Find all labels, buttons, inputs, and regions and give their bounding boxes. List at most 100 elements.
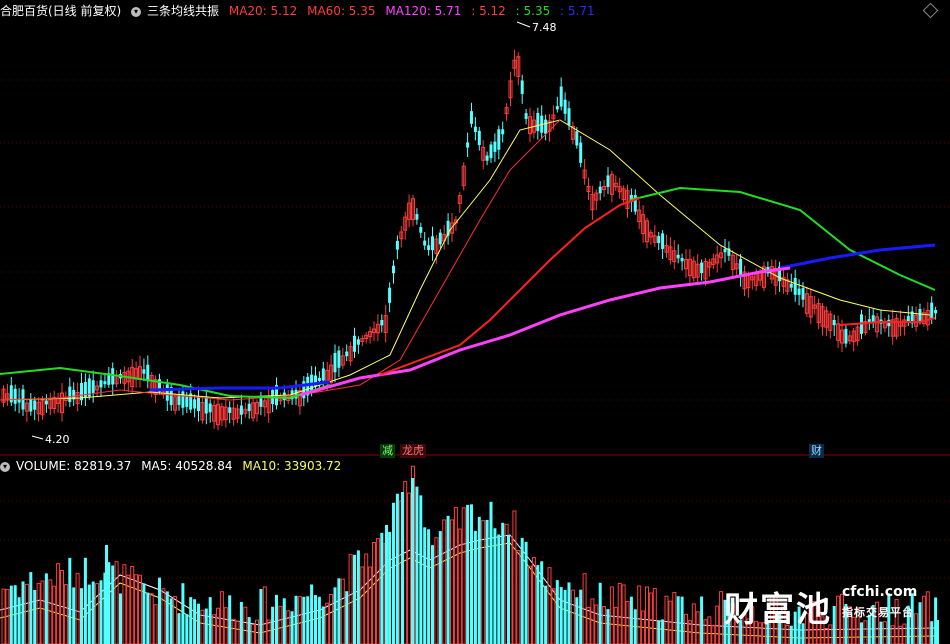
candle-down xyxy=(739,259,743,277)
volume-bar-down xyxy=(438,531,442,644)
volume-bar-down xyxy=(111,565,115,644)
volume-bar-up xyxy=(531,557,536,644)
volume-bar-down xyxy=(294,595,298,644)
volume-bar-up xyxy=(368,566,373,644)
volume-bar-down xyxy=(489,501,493,644)
candle-down xyxy=(559,86,563,107)
volume-bar-up xyxy=(114,561,119,644)
ma20-thin-line xyxy=(0,119,561,401)
volume-bar-up xyxy=(617,582,622,644)
candle-down xyxy=(431,236,434,251)
candle-down xyxy=(493,141,497,152)
candle-down xyxy=(501,129,505,135)
candle-down xyxy=(99,380,103,388)
candle-down xyxy=(470,111,473,124)
event-marker-reduce[interactable]: 减 xyxy=(380,444,395,458)
candle-down xyxy=(395,240,399,250)
candle-down xyxy=(380,320,384,326)
volume-bar-down xyxy=(271,606,275,644)
candle-down xyxy=(520,80,524,94)
candle-down xyxy=(489,144,493,159)
volume-bar-down xyxy=(146,592,150,644)
volume-bar-down xyxy=(72,587,76,644)
volume-bar-up xyxy=(703,619,708,644)
candle-down xyxy=(844,328,848,344)
volume-bar-down xyxy=(142,583,146,644)
candle-down xyxy=(700,262,704,274)
volume-bar-up xyxy=(63,584,68,644)
volume-bar-down xyxy=(333,587,337,644)
volume-bar-up xyxy=(551,588,556,644)
candle-down xyxy=(832,320,836,326)
event-marker-finance[interactable]: 财 xyxy=(809,444,824,458)
volume-bar-up xyxy=(707,616,712,644)
volume-bar-up xyxy=(95,583,100,644)
volume-bar-down xyxy=(657,620,661,644)
volume-bar-down xyxy=(169,598,173,644)
candle-down xyxy=(567,108,571,126)
volume-bar-up xyxy=(5,588,10,644)
candle-down xyxy=(887,319,891,327)
volume-bar-down xyxy=(181,583,185,644)
volume-bar-up xyxy=(40,580,45,644)
candle-down xyxy=(259,398,263,407)
volume-bar-down xyxy=(524,541,528,644)
volume-bar-down xyxy=(33,590,37,644)
candle-down xyxy=(438,232,442,245)
volume-bar-up xyxy=(340,578,345,644)
candle-down xyxy=(536,112,540,132)
volume-bar-down xyxy=(466,504,470,644)
volume-bar-down xyxy=(575,597,579,644)
candle-down xyxy=(497,129,501,150)
candle-down xyxy=(239,405,243,415)
candle-down xyxy=(197,396,200,412)
logo-subtitle: 指标交易平台 xyxy=(842,606,914,619)
volume-bar-up xyxy=(231,618,236,644)
volume-bar-down xyxy=(680,596,684,644)
candle-down xyxy=(466,142,470,148)
event-marker-dragon-tiger[interactable]: 龙虎 xyxy=(400,444,426,458)
volume-bar-down xyxy=(353,554,356,644)
volume-bar-down xyxy=(321,606,325,644)
candle-down xyxy=(793,277,797,295)
volume-bar-up xyxy=(594,604,599,644)
candle-down xyxy=(575,131,579,146)
candle-down xyxy=(142,369,146,374)
stock-chart[interactable]: 7.48 4.20 xyxy=(0,0,950,644)
candle-down xyxy=(44,400,48,405)
candle-down xyxy=(934,310,938,314)
volume-bar-up xyxy=(590,598,595,644)
volume-bar-down xyxy=(633,609,637,644)
candle-down xyxy=(477,130,481,146)
candle-down xyxy=(165,384,169,401)
candle-down xyxy=(83,382,87,398)
volume-spike xyxy=(105,545,108,644)
volume-bar-up xyxy=(235,620,240,644)
volume-bar-down xyxy=(559,587,563,644)
candle-down xyxy=(657,236,661,244)
volume-bar-down xyxy=(310,584,314,644)
volume-bar-up xyxy=(372,541,376,644)
volume-bar-up xyxy=(695,611,700,644)
volume-bar-up xyxy=(348,554,353,644)
volume-bar-up xyxy=(684,613,688,644)
candle-down xyxy=(333,352,337,373)
volume-bar-down xyxy=(185,614,189,644)
volume-spike xyxy=(401,492,404,644)
volume-bar-down xyxy=(119,593,122,644)
volume-bar-down xyxy=(337,578,341,644)
volume-bar-up xyxy=(621,584,626,644)
candle-down xyxy=(29,398,33,412)
volume-bar-up xyxy=(1,588,6,644)
candle-down xyxy=(606,175,610,187)
volume-bar-up xyxy=(243,606,248,644)
ma60-red-line xyxy=(379,197,641,376)
volume-bar-up xyxy=(457,528,462,644)
volume-bar-down xyxy=(473,530,477,644)
volume-bar-down xyxy=(306,596,310,644)
candle-down xyxy=(356,339,360,345)
volume-bar-up xyxy=(586,606,591,644)
volume-bar-down xyxy=(555,580,559,644)
volume-bar-down xyxy=(356,550,360,644)
candle-down xyxy=(485,155,489,161)
